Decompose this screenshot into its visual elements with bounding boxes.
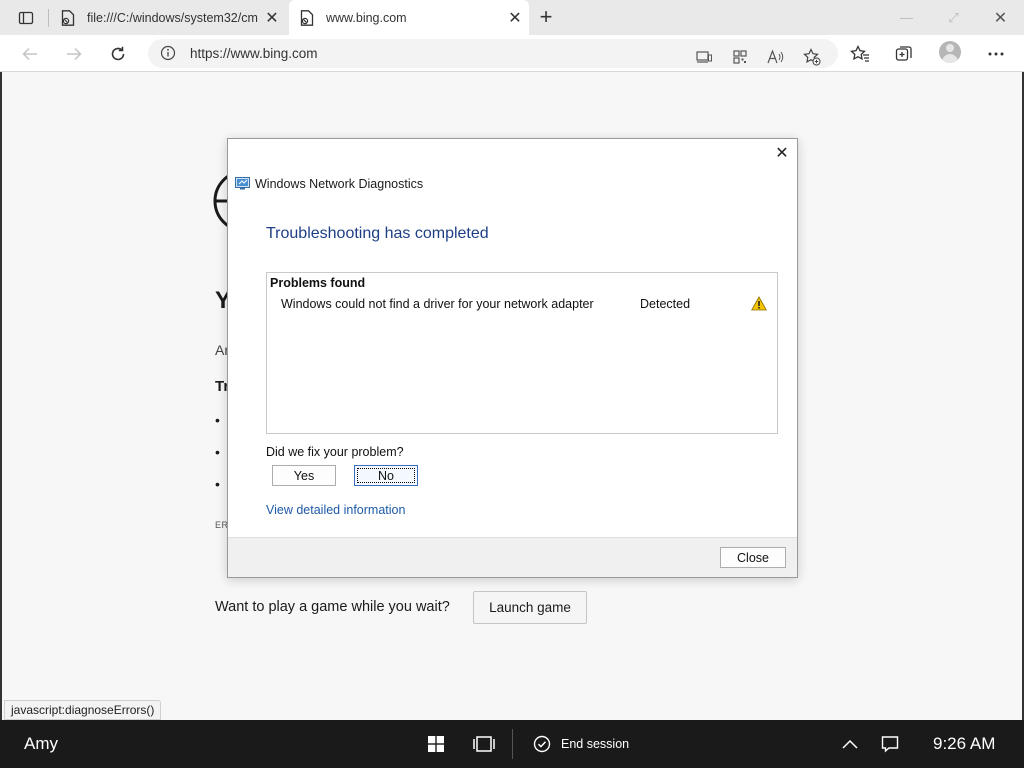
network-diagnostics-dialog: ✕ Windows Network Diagnostics Troublesho… bbox=[227, 138, 798, 578]
yes-button[interactable]: Yes bbox=[272, 465, 336, 486]
minimize-icon[interactable]: — bbox=[883, 0, 930, 35]
problem-description: Windows could not find a driver for your… bbox=[281, 297, 594, 311]
tab-bing[interactable]: www.bing.com ✕ bbox=[289, 0, 529, 35]
forward-arrow-icon[interactable] bbox=[60, 40, 88, 68]
app-available-icon[interactable] bbox=[694, 47, 714, 67]
tab-title: www.bing.com bbox=[326, 10, 407, 25]
problems-header: Problems found bbox=[270, 276, 366, 290]
tab-title: file:///C:/windows/system32/cmd bbox=[87, 10, 258, 25]
status-bar-url: javascript:diagnoseErrors() bbox=[4, 700, 162, 720]
tab-actions-icon[interactable] bbox=[8, 6, 44, 30]
address-bar-row: https://www.bing.com bbox=[0, 35, 1024, 72]
dialog-close-icon[interactable]: ✕ bbox=[773, 144, 791, 162]
warning-icon bbox=[751, 296, 767, 311]
launch-game-button[interactable]: Launch game bbox=[473, 591, 587, 624]
tab-close-icon[interactable]: ✕ bbox=[258, 4, 286, 32]
game-prompt: Want to play a game while you wait? bbox=[215, 599, 450, 615]
file-error-icon bbox=[298, 9, 316, 27]
tab-cmd[interactable]: file:///C:/windows/system32/cmd ✕ bbox=[50, 0, 286, 35]
fix-question: Did we fix your problem? bbox=[266, 445, 404, 459]
dialog-heading: Troubleshooting has completed bbox=[266, 225, 489, 242]
no-button[interactable]: No bbox=[354, 465, 418, 486]
list-item: • bbox=[215, 412, 220, 428]
qr-code-icon[interactable] bbox=[730, 47, 750, 67]
favorites-icon[interactable] bbox=[846, 40, 874, 68]
close-button[interactable]: Close bbox=[720, 547, 786, 568]
refresh-icon[interactable] bbox=[104, 40, 132, 68]
window-controls: — ⤢ ✕ bbox=[883, 0, 1024, 35]
profile-avatar[interactable] bbox=[939, 41, 961, 63]
taskbar-separator bbox=[512, 729, 513, 759]
tab-bar: file:///C:/windows/system32/cmd ✕ www.bi… bbox=[0, 0, 1024, 35]
file-error-icon bbox=[59, 9, 77, 27]
problem-status: Detected bbox=[640, 297, 691, 311]
address-input[interactable]: https://www.bing.com bbox=[148, 39, 838, 68]
read-aloud-icon[interactable] bbox=[766, 47, 786, 67]
problems-list: Problems found Windows could not find a … bbox=[266, 272, 778, 434]
add-favorite-icon[interactable] bbox=[802, 47, 822, 67]
tab-close-icon[interactable]: ✕ bbox=[501, 4, 529, 32]
site-info-icon[interactable] bbox=[160, 45, 176, 61]
url-text: https://www.bing.com bbox=[190, 46, 318, 61]
dialog-app-title: Windows Network Diagnostics bbox=[255, 177, 424, 191]
list-item: • bbox=[215, 476, 220, 492]
tab-separator bbox=[48, 9, 49, 27]
network-diagnostics-icon bbox=[235, 177, 250, 190]
clock-time: 9:26 AM bbox=[933, 734, 996, 753]
notification-icon[interactable] bbox=[879, 734, 901, 754]
view-details-link[interactable]: View detailed information bbox=[266, 503, 405, 517]
more-options-icon[interactable] bbox=[982, 40, 1010, 68]
taskbar: Amy End session 9:26 AM bbox=[0, 720, 1024, 768]
start-icon[interactable] bbox=[425, 734, 447, 754]
end-session-label[interactable]: End session bbox=[561, 737, 629, 751]
dialog-footer: Close bbox=[228, 537, 797, 577]
list-item: • bbox=[215, 444, 220, 460]
chevron-up-icon[interactable] bbox=[839, 734, 861, 754]
back-arrow-icon[interactable] bbox=[16, 40, 44, 68]
task-view-icon[interactable] bbox=[471, 734, 497, 754]
new-tab-button[interactable]: + bbox=[534, 4, 558, 29]
maximize-icon[interactable]: ⤢ bbox=[930, 0, 977, 35]
end-session-icon[interactable] bbox=[531, 734, 553, 754]
session-user-name: Amy bbox=[24, 734, 58, 753]
window-close-icon[interactable]: ✕ bbox=[977, 0, 1024, 35]
collections-icon[interactable] bbox=[890, 40, 918, 68]
